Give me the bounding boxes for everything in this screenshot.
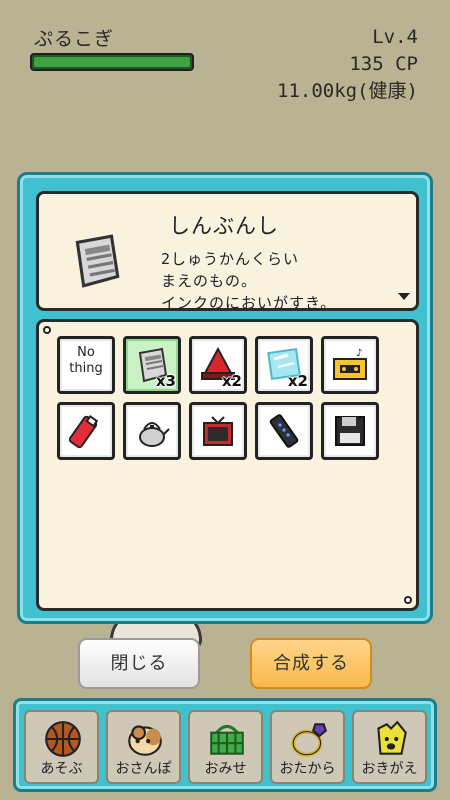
nothing-label-line: thing	[69, 361, 103, 376]
item-description-line: 2しゅうかんくらい	[161, 250, 300, 268]
floppy-disk-icon	[335, 416, 365, 446]
nav-walk[interactable]: おさんぽ	[106, 710, 181, 784]
item-slot-floppy[interactable]	[321, 402, 379, 460]
item-slot-red-tube[interactable]	[57, 402, 115, 460]
pet-name: ぷるこぎ	[34, 28, 115, 50]
item-slot-cassette[interactable]: ♪	[321, 336, 379, 394]
svg-text:♪: ♪	[356, 348, 362, 359]
nav-label: おさんぽ	[115, 761, 172, 777]
item-count: x3	[155, 372, 176, 390]
nothing-label-line: No	[77, 345, 95, 360]
corner-dot-icon	[43, 326, 51, 334]
nav-label: おきがえ	[361, 761, 418, 777]
close-button[interactable]: 閉じる	[78, 638, 200, 689]
nav-play[interactable]: あそぶ	[24, 710, 99, 784]
item-slot-nothing[interactable]: No thing	[57, 336, 115, 394]
red-tube-icon	[68, 414, 99, 449]
status-header: ぷるこぎ Lv.4 135 CP 11.00kg(健康)	[0, 0, 450, 110]
nav-treasure[interactable]: おたから	[270, 710, 345, 784]
nav-label: あそぶ	[40, 761, 83, 777]
basketball-icon	[45, 721, 81, 757]
costume-icon	[377, 720, 407, 755]
item-grid: No thing x3 x2 x2 ♪	[57, 336, 379, 460]
combine-button[interactable]: 合成する	[250, 638, 372, 689]
item-title: しんぶんし	[169, 214, 279, 238]
item-slot-remote[interactable]	[255, 402, 313, 460]
item-slot-newspaper[interactable]: x3	[123, 336, 181, 394]
tv-icon	[203, 416, 233, 446]
more-text-arrow-icon[interactable]	[398, 293, 410, 300]
cp-text: 135 CP	[349, 53, 418, 75]
nav-label: おみせ	[204, 761, 247, 777]
nav-dressup[interactable]: おきがえ	[352, 710, 427, 784]
item-inventory-box: No thing x3 x2 x2 ♪	[36, 319, 419, 611]
nav-label: おたから	[279, 761, 336, 777]
weight-text: 11.00kg(健康)	[277, 80, 418, 102]
cassette-tape-icon: ♪	[333, 348, 367, 380]
item-combine-dialog: しんぶんし 2しゅうかんくらい まえのもの。 インクのにおいがすき。 No th…	[17, 172, 433, 624]
kettle-icon	[139, 422, 170, 447]
basket-icon	[210, 724, 244, 755]
item-slot-tv[interactable]	[189, 402, 247, 460]
pet-stats: Lv.4 135 CP 11.00kg(健康)	[277, 24, 418, 105]
item-slot-kettle[interactable]	[123, 402, 181, 460]
item-description-line: インクのにおいがすき。	[161, 294, 337, 312]
corner-dot-icon	[404, 596, 412, 604]
nothing-label: No thing	[64, 345, 108, 377]
hamster-icon	[128, 725, 162, 756]
item-description-box: しんぶんし 2しゅうかんくらい まえのもの。 インクのにおいがすき。	[36, 191, 419, 314]
health-bar	[30, 53, 194, 71]
newspaper-icon	[75, 234, 120, 288]
item-description-line: まえのもの。	[161, 272, 258, 290]
health-bar-fill	[34, 57, 190, 67]
item-description: 2しゅうかんくらい まえのもの。 インクのにおいがすき。	[161, 248, 336, 314]
ring-icon	[291, 723, 328, 757]
level-text: Lv.4	[372, 26, 418, 48]
item-slot-ice[interactable]: x2	[255, 336, 313, 394]
bottom-nav: あそぶ おさんぽ おみせ おたから おきがえ	[13, 698, 437, 792]
item-count: x2	[221, 372, 242, 390]
item-count: x2	[287, 372, 308, 390]
nav-shop[interactable]: おみせ	[188, 710, 263, 784]
item-slot-red-cone[interactable]: x2	[189, 336, 247, 394]
remote-control-icon	[269, 414, 299, 448]
